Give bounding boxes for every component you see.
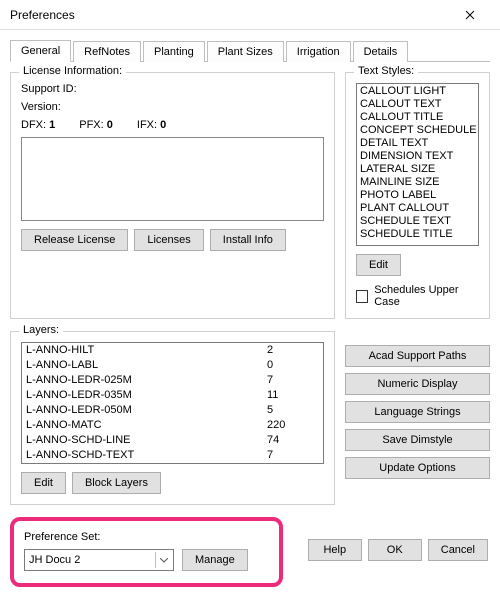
ifx-label: IFX:	[137, 119, 157, 131]
title-bar: Preferences	[0, 0, 500, 30]
schedules-upper-checkbox[interactable]	[356, 290, 368, 303]
close-icon	[465, 10, 475, 20]
dfx-label: DFX:	[21, 119, 46, 131]
version-label: Version:	[21, 101, 324, 113]
help-button[interactable]: Help	[308, 539, 362, 561]
list-item[interactable]: SCHEDULE TEXT	[357, 215, 478, 228]
layers-legend: Layers:	[19, 324, 63, 336]
list-item[interactable]: CALLOUT TITLE	[357, 111, 478, 124]
tab-irrigation[interactable]: Irrigation	[286, 41, 351, 62]
chevron-down-icon	[155, 552, 171, 568]
window-title: Preferences	[10, 8, 448, 22]
licenses-button[interactable]: Licenses	[134, 229, 203, 251]
install-info-button[interactable]: Install Info	[210, 229, 286, 251]
list-item[interactable]: PHOTO LABEL	[357, 189, 478, 202]
ifx-value: 0	[160, 119, 166, 131]
tab-planting[interactable]: Planting	[143, 41, 205, 62]
text-styles-group: Text Styles: CALLOUT LIGHT CALLOUT TEXT …	[345, 72, 490, 319]
close-button[interactable]	[448, 1, 492, 29]
table-row[interactable]: L-ANNO-LEDR-050M5	[22, 403, 323, 418]
text-styles-list[interactable]: CALLOUT LIGHT CALLOUT TEXT CALLOUT TITLE…	[356, 83, 479, 246]
schedules-upper-label: Schedules Upper Case	[374, 284, 479, 308]
text-styles-legend: Text Styles:	[354, 65, 418, 77]
license-group: License Information: Support ID: Version…	[10, 72, 335, 319]
list-item[interactable]: DIMENSION TEXT	[357, 150, 478, 163]
acad-support-paths-button[interactable]: Acad Support Paths	[345, 345, 490, 367]
release-license-button[interactable]: Release License	[21, 229, 128, 251]
list-item[interactable]: CONCEPT SCHEDULE TEXT	[357, 124, 478, 137]
save-dimstyle-button[interactable]: Save Dimstyle	[345, 429, 490, 451]
preference-set-combo[interactable]: JH Docu 2	[24, 549, 174, 571]
table-row[interactable]: L-ANNO-HILT2	[22, 343, 323, 358]
list-item[interactable]: CALLOUT LIGHT	[357, 85, 478, 98]
language-strings-button[interactable]: Language Strings	[345, 401, 490, 423]
ok-button[interactable]: OK	[368, 539, 422, 561]
tab-refnotes[interactable]: RefNotes	[73, 41, 141, 62]
table-row[interactable]: L-ANNO-SCHD-TEXT7	[22, 448, 323, 463]
preference-set-value: JH Docu 2	[29, 554, 80, 566]
layers-edit-button[interactable]: Edit	[21, 472, 66, 494]
layers-list[interactable]: L-ANNO-HILT2 L-ANNO-LABL0 L-ANNO-LEDR-02…	[21, 342, 324, 464]
pfx-value: 0	[107, 119, 113, 131]
preference-set-group: Preference Set: JH Docu 2 Manage	[10, 517, 283, 587]
table-row[interactable]: L-ANNO-SCHD-LINE74	[22, 433, 323, 448]
tab-general[interactable]: General	[10, 40, 71, 62]
license-legend: License Information:	[19, 65, 126, 77]
list-item[interactable]: LATERAL SIZE	[357, 163, 478, 176]
table-row[interactable]: L-ANNO-MATC220	[22, 418, 323, 433]
text-styles-edit-button[interactable]: Edit	[356, 254, 401, 276]
preference-set-legend: Preference Set:	[24, 531, 269, 543]
table-row[interactable]: L-ANNO-LEDR-025M7	[22, 373, 323, 388]
dfx-value: 1	[49, 119, 55, 131]
table-row[interactable]: L-ANNO-LABL0	[22, 358, 323, 373]
numeric-display-button[interactable]: Numeric Display	[345, 373, 490, 395]
list-item[interactable]: CALLOUT TEXT	[357, 98, 478, 111]
dialog-footer: Help OK Cancel	[308, 539, 488, 561]
tab-plantsizes[interactable]: Plant Sizes	[207, 41, 284, 62]
tab-details[interactable]: Details	[353, 41, 409, 62]
manage-button[interactable]: Manage	[182, 549, 248, 571]
list-item[interactable]: SCHEDULE TITLE	[357, 228, 478, 241]
list-item[interactable]: DETAIL TEXT	[357, 137, 478, 150]
list-item[interactable]: PLANT CALLOUT	[357, 202, 478, 215]
update-options-button[interactable]: Update Options	[345, 457, 490, 479]
tab-strip: General RefNotes Planting Plant Sizes Ir…	[10, 38, 490, 62]
list-item[interactable]: MAINLINE SIZE	[357, 176, 478, 189]
layers-group: Layers: L-ANNO-HILT2 L-ANNO-LABL0 L-ANNO…	[10, 331, 335, 505]
table-row[interactable]: L-ANNO-LEDR-035M11	[22, 388, 323, 403]
side-buttons: Acad Support Paths Numeric Display Langu…	[345, 331, 490, 479]
block-layers-button[interactable]: Block Layers	[72, 472, 161, 494]
support-id-label: Support ID:	[21, 83, 324, 95]
license-textarea[interactable]	[21, 137, 324, 221]
pfx-label: PFX:	[79, 119, 103, 131]
cancel-button[interactable]: Cancel	[428, 539, 488, 561]
